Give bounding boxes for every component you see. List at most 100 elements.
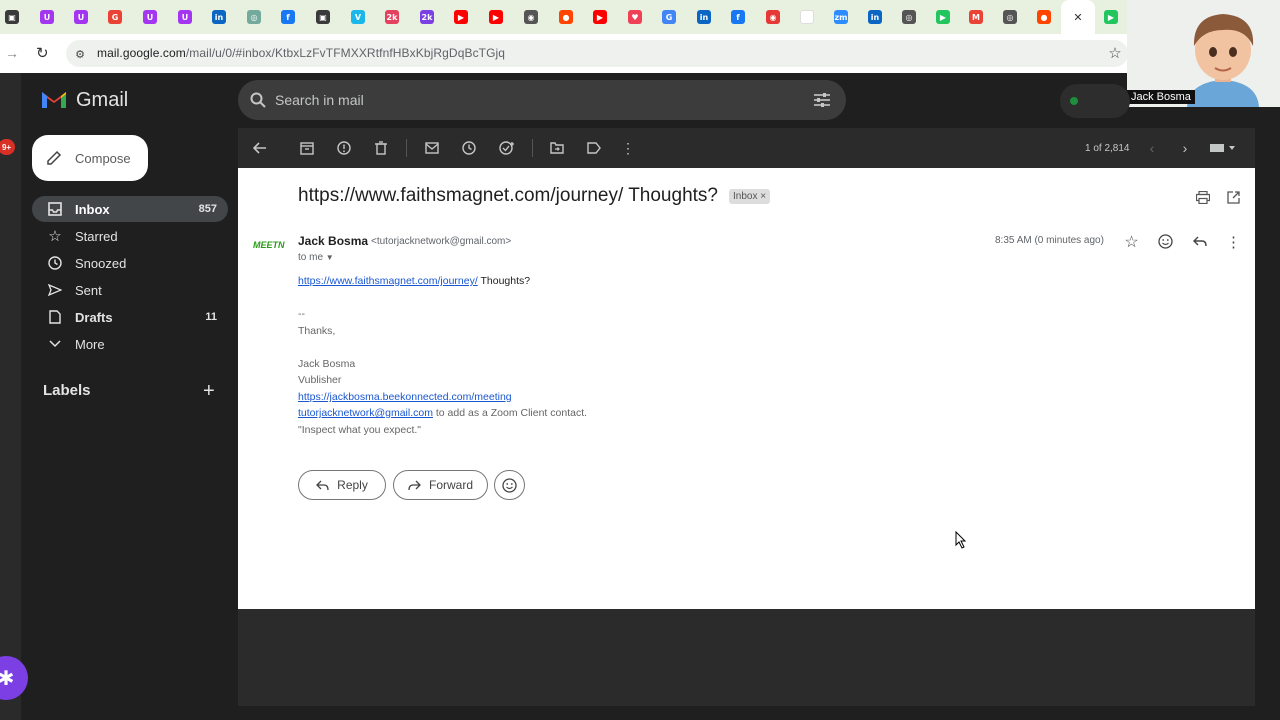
emoji-react-icon[interactable] — [1157, 233, 1174, 250]
reply-icon — [316, 480, 329, 491]
sidebar-item-label: Drafts — [75, 310, 113, 325]
label-icon[interactable] — [584, 138, 604, 158]
star-icon: ☆ — [48, 228, 62, 245]
url-path: /mail/u/0/#inbox/KtbxLzFvTFMXXRtfnfHBxKb… — [185, 46, 506, 60]
udemy-icon: U — [74, 10, 88, 24]
youtube-icon: ▶ — [454, 10, 468, 24]
add-task-icon[interactable] — [497, 138, 517, 158]
sender-name[interactable]: Jack Bosma — [298, 234, 368, 248]
mark-unread-icon[interactable] — [422, 138, 442, 158]
emoji-button[interactable] — [494, 470, 525, 500]
delete-icon[interactable] — [371, 138, 391, 158]
star-icon[interactable]: ☆ — [1123, 233, 1140, 251]
archive-icon[interactable] — [297, 138, 317, 158]
tab-chatgpt[interactable]: ◎ — [237, 0, 271, 34]
tab-app[interactable]: ◉ — [514, 0, 548, 34]
tab-vimeo[interactable]: V — [341, 0, 375, 34]
tab-blank[interactable] — [790, 0, 824, 34]
reply-icon[interactable] — [1191, 233, 1208, 250]
recipient-details[interactable]: to me ▼ — [298, 252, 334, 263]
search-options-icon[interactable] — [812, 90, 832, 110]
tab-reddit[interactable]: ● — [1027, 0, 1061, 34]
signature-meeting-link[interactable]: https://jackbosma.beekonnected.com/meeti… — [298, 391, 512, 403]
status-pill[interactable] — [1060, 84, 1130, 118]
search-icon[interactable] — [248, 90, 268, 110]
reload-icon[interactable]: ↻ — [36, 44, 49, 62]
reply-button[interactable]: Reply — [298, 470, 386, 500]
accessibility-icon[interactable]: ✱ — [0, 656, 28, 700]
signature-email-link[interactable]: tutorjacknetwork@gmail.com — [298, 407, 433, 419]
linkedin-icon: in — [697, 10, 711, 24]
report-spam-icon[interactable] — [334, 138, 354, 158]
tab-play[interactable]: ▶ — [1094, 0, 1128, 34]
sidebar-item-snoozed[interactable]: Snoozed — [32, 250, 228, 276]
mask-icon: ▣ — [5, 10, 19, 24]
tab-zoom[interactable]: zm — [824, 0, 858, 34]
close-icon: ✕ — [1073, 10, 1083, 24]
tab-app[interactable]: 2k — [375, 0, 409, 34]
bookmark-star-icon[interactable]: ☆ — [1106, 44, 1124, 62]
linkedin-icon: in — [212, 10, 226, 24]
more-vert-icon[interactable]: ⋮ — [618, 138, 638, 158]
more-vert-icon[interactable]: ⋮ — [1225, 233, 1242, 251]
tab-youtube[interactable]: ▶ — [583, 0, 617, 34]
tab-facebook[interactable]: f — [721, 0, 755, 34]
signature-line-email: tutorjacknetwork@gmail.com to add as a Z… — [298, 407, 587, 419]
message-subject: https://www.faithsmagnet.com/journey/ Th… — [298, 185, 718, 206]
gmail-logo-icon[interactable] — [40, 88, 68, 115]
snooze-icon[interactable] — [459, 138, 479, 158]
tab-mask[interactable]: ▣ — [306, 0, 340, 34]
pocket-icon: ♥ — [628, 10, 642, 24]
sidebar-item-inbox[interactable]: Inbox 857 — [32, 196, 228, 222]
tab-google[interactable]: G — [652, 0, 686, 34]
signature-line-link: https://jackbosma.beekonnected.com/meeti… — [298, 391, 512, 403]
sender-avatar[interactable]: MEETN — [253, 240, 285, 258]
tab-youtube[interactable]: ▶ — [479, 0, 513, 34]
forward-button[interactable]: Forward — [393, 470, 488, 500]
vimeo-icon: V — [351, 10, 365, 24]
open-new-window-icon[interactable] — [1225, 189, 1241, 205]
tab-gmail[interactable]: M — [959, 0, 993, 34]
search-input[interactable]: Search in mail — [275, 92, 364, 108]
tab-facebook[interactable]: f — [271, 0, 305, 34]
tab-close[interactable]: ✕ — [1061, 0, 1095, 34]
move-to-icon[interactable] — [547, 138, 567, 158]
input-tools-icon[interactable] — [1208, 138, 1240, 158]
tab-udemy[interactable]: U — [30, 0, 64, 34]
tab-chrome[interactable]: ◎ — [993, 0, 1027, 34]
tab-linkedin[interactable]: in — [858, 0, 892, 34]
sidebar-item-starred[interactable]: ☆ Starred — [32, 223, 228, 249]
tab-mask[interactable]: ▣ — [0, 0, 29, 34]
sidebar-item-drafts[interactable]: Drafts 11 — [32, 304, 228, 330]
sidebar-item-more[interactable]: More — [32, 331, 228, 357]
zoom-icon: zm — [834, 10, 848, 24]
message-timestamp: 8:35 AM (0 minutes ago) — [995, 235, 1104, 246]
sidebar-item-sent[interactable]: Sent — [32, 277, 228, 303]
tab-linkedin[interactable]: in — [687, 0, 721, 34]
tab-google[interactable]: G — [98, 0, 132, 34]
tab-udemy[interactable]: U — [133, 0, 167, 34]
body-link[interactable]: https://www.faithsmagnet.com/journey/ — [298, 275, 478, 287]
pagination-count: 1 of 2,814 — [1085, 143, 1130, 154]
print-icon[interactable] — [1194, 189, 1212, 205]
tab-reddit[interactable]: ● — [549, 0, 583, 34]
url-text[interactable]: mail.google.com/mail/u/0/#inbox/KtbxLzFv… — [97, 46, 505, 60]
udemy-icon: U — [143, 10, 157, 24]
inbox-label-chip[interactable]: Inbox × — [729, 189, 771, 204]
newer-chevron-icon[interactable]: ‹ — [1142, 138, 1162, 158]
older-chevron-icon[interactable]: › — [1175, 138, 1195, 158]
tab-app[interactable]: 2k — [410, 0, 444, 34]
tab-udemy[interactable]: U — [64, 0, 98, 34]
tab-pocket[interactable]: ♥ — [618, 0, 652, 34]
youtube-icon: ▶ — [489, 10, 503, 24]
add-label-icon[interactable]: + — [203, 380, 215, 403]
back-icon[interactable] — [250, 138, 270, 158]
tab-record[interactable]: ◉ — [756, 0, 790, 34]
site-info-icon[interactable]: ⚙ — [72, 46, 88, 62]
tab-play[interactable]: ▶ — [926, 0, 960, 34]
tab-chrome[interactable]: ◎ — [892, 0, 926, 34]
tab-youtube[interactable]: ▶ — [444, 0, 478, 34]
tab-linkedin[interactable]: in — [202, 0, 236, 34]
forward-icon[interactable]: → — [5, 45, 19, 61]
tab-udemy[interactable]: U — [168, 0, 202, 34]
